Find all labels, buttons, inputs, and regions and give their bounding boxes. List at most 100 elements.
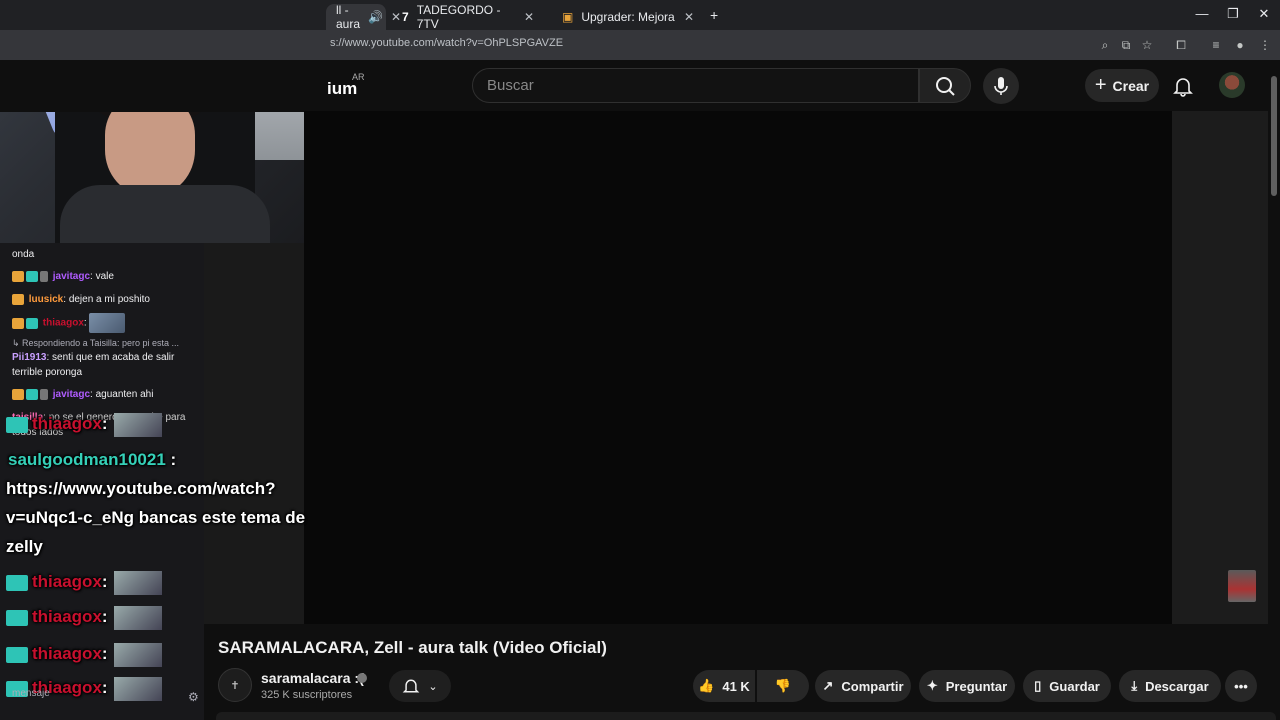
- region-code: AR: [352, 72, 365, 82]
- subscription-bell-button[interactable]: ⌄: [389, 670, 451, 702]
- sub-badge-icon: [6, 574, 28, 591]
- share-button[interactable]: ↗ Compartir: [815, 670, 911, 702]
- thumbs-up-icon: 👍: [698, 678, 715, 693]
- overlay-username: saulgoodman10021: [8, 450, 166, 469]
- channel-name[interactable]: saramalacara :(: [261, 670, 364, 686]
- maximize-button[interactable]: ❐: [1223, 6, 1243, 22]
- overlay-username: thiaagox: [32, 572, 102, 591]
- tab-youtube[interactable]: ll - aura 🔊 ✕: [326, 3, 401, 31]
- more-actions-button[interactable]: •••: [1225, 670, 1257, 702]
- cast-icon[interactable]: ⧉: [1117, 36, 1135, 54]
- verified-icon: [357, 673, 367, 683]
- chat-line: thiaagox:: [12, 313, 198, 333]
- overlay-separator: :: [101, 644, 108, 663]
- chat-username[interactable]: luusick: [29, 294, 63, 305]
- 7tv-favicon-icon: 7: [402, 10, 409, 24]
- emote-image: [89, 313, 126, 333]
- emote-image: [113, 570, 162, 595]
- chat-username[interactable]: javitagc: [53, 271, 90, 282]
- url-field[interactable]: s://www.youtube.com/watch?v=OhPLSPGAVZE: [330, 37, 563, 49]
- chat-username[interactable]: javitagc: [53, 389, 90, 400]
- minimize-button[interactable]: —: [1192, 6, 1212, 21]
- overlay-separator: :: [101, 678, 108, 697]
- ask-label: Preguntar: [945, 678, 1008, 694]
- video-player[interactable]: [304, 111, 1172, 624]
- download-button[interactable]: ⤓ Descargar: [1119, 670, 1221, 702]
- ask-button[interactable]: ✦ Preguntar: [919, 670, 1015, 702]
- close-window-button[interactable]: ✕: [1254, 6, 1274, 22]
- emote-image: [113, 412, 162, 437]
- overlay-separator: :: [101, 414, 108, 433]
- search-button[interactable]: [919, 68, 971, 103]
- subscriber-count: 325 K suscriptores: [261, 689, 353, 701]
- sub-badge-icon: [6, 646, 28, 663]
- chat-line: onda: [12, 247, 198, 262]
- tab-close-icon[interactable]: ✕: [524, 10, 534, 24]
- media-controls-icon[interactable]: ≡: [1207, 36, 1225, 54]
- chevron-down-icon: ⌄: [428, 680, 438, 693]
- profile-icon[interactable]: ●: [1231, 36, 1249, 54]
- video-title: SARAMALACARA, Zell - aura talk (Video Of…: [218, 638, 607, 657]
- emote-image: [113, 642, 162, 667]
- account-avatar[interactable]: [1219, 72, 1245, 98]
- create-label: Crear: [1112, 77, 1150, 94]
- scrollbar-thumb[interactable]: [1271, 76, 1277, 196]
- address-bar: [0, 30, 1280, 60]
- chat-input[interactable]: mensaje: [12, 688, 50, 699]
- overlay-chat-text: zelly: [6, 537, 43, 556]
- share-label: Compartir: [841, 678, 904, 694]
- overlay-separator: :: [165, 450, 177, 469]
- overlay-separator: :: [101, 572, 108, 591]
- sub-badge-icon: [26, 317, 38, 329]
- tab-7tv[interactable]: 7 TADEGORDO - 7TV ✕: [392, 3, 544, 31]
- thumbs-down-icon: 👎: [774, 678, 792, 693]
- sparkle-icon: ✦: [926, 678, 938, 693]
- chat-text: vale: [95, 271, 114, 282]
- gear-icon[interactable]: ⚙: [188, 690, 199, 704]
- speaker-icon: 🔊: [368, 10, 383, 24]
- search-input[interactable]: Buscar: [472, 68, 919, 103]
- create-button[interactable]: + Crear: [1085, 69, 1159, 102]
- gift-favicon-icon: ▣: [562, 10, 574, 24]
- menu-kebab-icon[interactable]: ⋮: [1256, 36, 1274, 54]
- chat-username[interactable]: thiaagox: [43, 318, 84, 329]
- channel-avatar[interactable]: ✝: [218, 668, 252, 702]
- sub-badge-icon: [6, 609, 28, 626]
- chat-line: javitagc: aguanten ahi: [12, 387, 198, 402]
- download-label: Descargar: [1145, 678, 1209, 694]
- emote-image: [113, 605, 162, 630]
- zoom-icon[interactable]: ⌕: [1096, 36, 1114, 54]
- chat-reply-context: ↳ Respondiendo a Taisilla: pero pi esta …: [12, 338, 179, 348]
- emote-image: [113, 676, 162, 701]
- sub-badge-icon: [6, 416, 28, 433]
- notifications-button[interactable]: [1172, 75, 1194, 97]
- overlay-username: thiaagox: [32, 414, 102, 433]
- microphone-icon: [994, 77, 1008, 95]
- extensions-icon[interactable]: ⧠: [1172, 36, 1190, 54]
- crown-badge-icon: [12, 293, 24, 305]
- tab-label: ll - aura: [336, 3, 361, 31]
- overlay-chat-text: https://www.youtube.com/watch?: [6, 479, 276, 498]
- chat-text: onda: [12, 249, 35, 260]
- chat-username[interactable]: Pii1913: [12, 352, 46, 363]
- chat-line: Pii1913: senti que em acaba de salir ter…: [12, 350, 198, 380]
- tab-close-icon[interactable]: ✕: [684, 10, 694, 24]
- save-button[interactable]: ▯ Guardar: [1023, 670, 1111, 702]
- overlay-chat-line: thiaagox:: [6, 410, 162, 438]
- plus-icon: +: [1094, 74, 1107, 96]
- search-icon: [936, 77, 955, 96]
- like-button[interactable]: 👍 41 K: [693, 670, 755, 702]
- bookmark-star-icon[interactable]: ☆: [1138, 36, 1156, 54]
- voice-search-button[interactable]: [983, 68, 1019, 104]
- dislike-button[interactable]: 👎: [757, 670, 809, 702]
- bell-icon: [1173, 78, 1193, 97]
- youtube-logo[interactable]: ium: [327, 79, 357, 99]
- overlay-chat-line: saulgoodman10021 :: [8, 446, 176, 474]
- overlay-separator: :: [101, 607, 108, 626]
- mini-thumbnail[interactable]: [1228, 570, 1256, 602]
- bell-icon: [403, 679, 420, 693]
- tab-upgrader[interactable]: ▣ Upgrader: Mejora Skins de CS2 ✕: [552, 4, 704, 30]
- overlay-username: thiaagox: [32, 644, 102, 663]
- new-tab-button[interactable]: +: [710, 7, 718, 23]
- chat-text: dejen a mi poshito: [68, 294, 150, 305]
